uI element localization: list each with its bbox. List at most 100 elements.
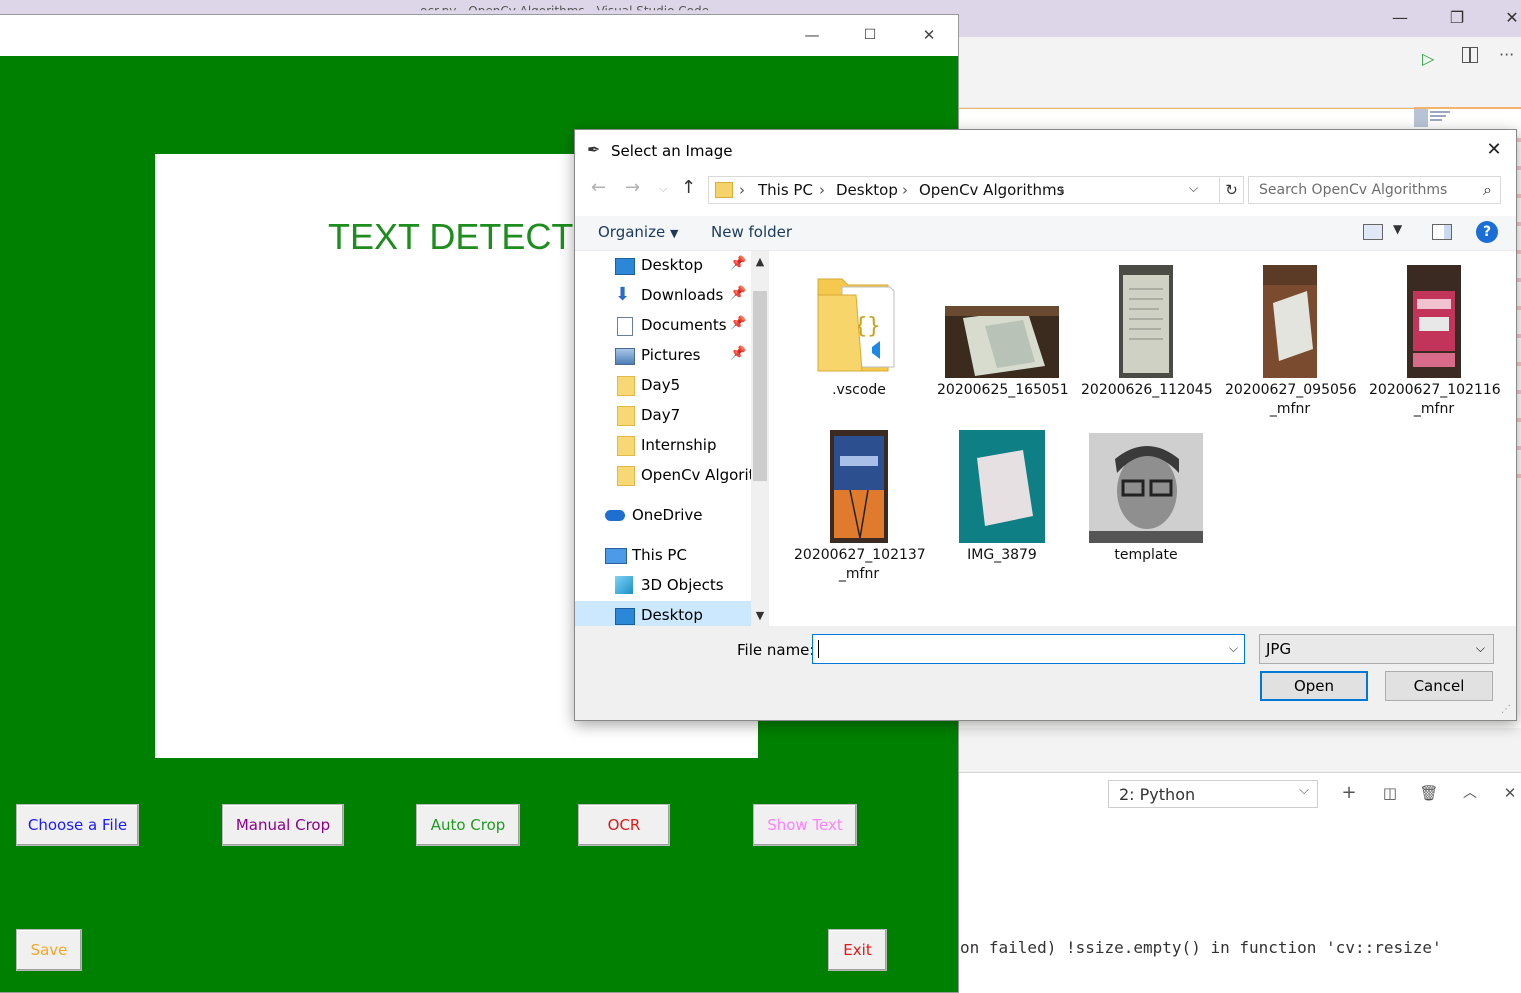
- folder-icon: [617, 466, 635, 486]
- file-item-20200626-112045[interactable]: 20200626_112045: [1081, 265, 1213, 425]
- file-name-label: File name:: [737, 641, 815, 659]
- dialog-title: Select an Image: [611, 142, 733, 160]
- terminal-select[interactable]: 2: Python ⌵: [1108, 780, 1318, 808]
- split-editor-icon[interactable]: [1462, 47, 1478, 63]
- maximize-icon[interactable]: ☐: [850, 23, 890, 47]
- nav-item-pictures[interactable]: Pictures 📌: [575, 341, 753, 371]
- choose-file-button[interactable]: Choose a File: [16, 804, 139, 846]
- dialog-footer: File name: ⌵ JPG ⌵ Open Cancel ⋰: [575, 626, 1516, 720]
- close-icon[interactable]: ✕: [909, 23, 949, 47]
- pin-icon: 📌: [730, 256, 747, 271]
- folder-icon: [617, 376, 635, 396]
- nav-item-desktop-selected[interactable]: Desktop: [575, 601, 753, 626]
- refresh-icon[interactable]: ↻: [1220, 176, 1244, 204]
- show-text-button[interactable]: Show Text: [753, 804, 857, 846]
- file-item-vscode[interactable]: {} .vscode: [794, 265, 924, 425]
- breadcrumb-separator: ›: [902, 181, 908, 199]
- forward-icon[interactable]: →: [625, 177, 640, 198]
- organize-menu[interactable]: Organize ▼: [598, 223, 678, 241]
- more-actions-icon[interactable]: ···: [1499, 45, 1514, 64]
- back-icon[interactable]: ←: [591, 177, 606, 198]
- folder-icon: [617, 406, 635, 426]
- run-icon[interactable]: ▷: [1422, 49, 1434, 68]
- app-titlebar: — ☐ ✕: [0, 15, 958, 56]
- pictures-icon: [615, 348, 635, 365]
- cancel-button[interactable]: Cancel: [1385, 671, 1493, 701]
- file-name: 20200625_165051: [937, 382, 1069, 398]
- breadcrumb-this-pc[interactable]: This PC: [758, 181, 813, 199]
- editor-toolbar: ▷ ···: [958, 37, 1521, 107]
- close-panel-icon[interactable]: ✕: [1499, 782, 1521, 804]
- nav-scrollbar-thumb[interactable]: [753, 291, 767, 481]
- new-folder-button[interactable]: New folder: [711, 223, 792, 241]
- close-icon[interactable]: ✕: [1492, 6, 1521, 30]
- file-item-20200627-102137-mfnr[interactable]: 20200627_102137 _mfnr: [794, 430, 926, 590]
- manual-crop-button[interactable]: Manual Crop: [222, 804, 344, 846]
- scroll-down-icon[interactable]: ▼: [753, 609, 767, 622]
- help-icon[interactable]: ?: [1476, 221, 1498, 243]
- nav-item-desktop[interactable]: Desktop 📌: [575, 251, 753, 281]
- maximize-panel-icon[interactable]: ︿: [1459, 782, 1481, 804]
- close-icon[interactable]: ✕: [1480, 138, 1508, 162]
- file-item-20200627-102116-mfnr[interactable]: 20200627_102116 _mfnr: [1369, 265, 1501, 425]
- address-bar[interactable]: › This PC › Desktop › OpenCv Algorithms …: [708, 176, 1220, 204]
- nav-item-day7[interactable]: Day7: [575, 401, 753, 431]
- nav-item-opencv-algorithms[interactable]: OpenCv Algorith: [575, 461, 764, 491]
- split-terminal-icon[interactable]: ◫: [1379, 782, 1401, 804]
- file-type-value: JPG: [1266, 640, 1292, 658]
- up-icon[interactable]: ↑: [681, 177, 696, 198]
- nav-item-onedrive[interactable]: OneDrive: [575, 501, 753, 531]
- breadcrumb-opencv[interactable]: OpenCv Algorithms: [919, 181, 1064, 199]
- chevron-down-icon[interactable]: ⌵: [1189, 181, 1198, 196]
- file-item-img-3879[interactable]: IMG_3879: [937, 430, 1067, 590]
- restore-icon[interactable]: ❐: [1437, 6, 1477, 30]
- breadcrumb-separator: ›: [819, 181, 825, 199]
- new-terminal-icon[interactable]: +: [1338, 782, 1360, 804]
- chevron-down-icon: ⌵: [1475, 641, 1485, 655]
- file-item-template[interactable]: template: [1081, 430, 1211, 590]
- preview-pane-icon[interactable]: [1432, 224, 1452, 240]
- file-name-input[interactable]: ⌵: [812, 634, 1245, 664]
- select-image-dialog: ✒ Select an Image ✕ ← → ⌵ ↑ › This PC › …: [574, 129, 1517, 721]
- desktop-icon: [615, 258, 635, 275]
- auto-crop-button[interactable]: Auto Crop: [416, 804, 520, 846]
- image-thumbnail: [1263, 265, 1317, 378]
- exit-button[interactable]: Exit: [828, 929, 887, 971]
- minimize-icon[interactable]: —: [792, 23, 832, 47]
- file-type-select[interactable]: JPG ⌵: [1259, 634, 1494, 664]
- breadcrumb-separator: ›: [739, 181, 745, 199]
- nav-item-3d-objects[interactable]: 3D Objects: [575, 571, 753, 601]
- file-item-20200625-165051[interactable]: 20200625_165051: [937, 265, 1069, 425]
- pin-icon: 📌: [730, 286, 747, 301]
- nav-item-documents[interactable]: Documents 📌: [575, 311, 753, 341]
- breadcrumb-desktop[interactable]: Desktop: [836, 181, 898, 199]
- minimize-icon[interactable]: —: [1380, 6, 1420, 30]
- folder-icon: [617, 436, 635, 456]
- image-thumbnail: [945, 306, 1059, 378]
- change-view-icon[interactable]: [1363, 224, 1383, 240]
- nav-item-this-pc[interactable]: This PC: [575, 541, 753, 571]
- search-icon: ⌕: [1483, 180, 1492, 199]
- nav-item-day5[interactable]: Day5: [575, 371, 753, 401]
- terminal-select-value: 2: Python: [1119, 785, 1196, 804]
- feather-icon: ✒: [587, 140, 601, 159]
- view-options-icon[interactable]: ▼: [1393, 222, 1402, 236]
- trash-icon[interactable]: 🗑: [1418, 782, 1440, 804]
- file-item-20200627-095056-mfnr[interactable]: 20200627_095056 _mfnr: [1225, 265, 1357, 425]
- save-button[interactable]: Save: [16, 929, 82, 971]
- download-icon: ⬇: [615, 284, 631, 305]
- recent-locations-icon[interactable]: ⌵: [659, 182, 667, 196]
- resize-grip-icon[interactable]: ⋰: [1501, 704, 1511, 715]
- open-button[interactable]: Open: [1260, 671, 1368, 701]
- file-name: template: [1114, 547, 1178, 563]
- image-thumbnail: [1119, 265, 1173, 378]
- ocr-button[interactable]: OCR: [578, 804, 670, 846]
- cloud-icon: [605, 510, 625, 521]
- search-input[interactable]: Search OpenCv Algorithms ⌕: [1248, 176, 1501, 204]
- scroll-up-icon[interactable]: ▲: [753, 255, 767, 268]
- nav-item-downloads[interactable]: ⬇ Downloads 📌: [575, 281, 753, 311]
- chevron-down-icon[interactable]: ⌵: [1229, 641, 1238, 656]
- image-thumbnail: [1089, 433, 1203, 543]
- file-list: {} .vscode 20200625_165051 20200626_1120…: [772, 251, 1516, 626]
- nav-item-internship[interactable]: Internship: [575, 431, 753, 461]
